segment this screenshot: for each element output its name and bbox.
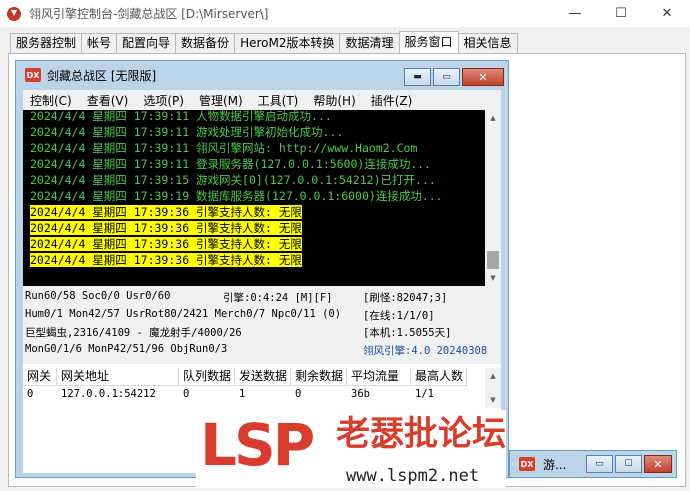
- menu-control[interactable]: 控制(C): [23, 92, 80, 109]
- scroll-thumb[interactable]: [487, 251, 499, 269]
- cell-remaining: 0: [295, 388, 302, 400]
- log-line: 2024/4/4 星期四 17:39:19 数据库服务器(127.0.0.1:6…: [30, 188, 485, 204]
- maximize-button[interactable]: ☐: [598, 0, 644, 27]
- watermark-overlay: LSP 老瑟批论坛 www.lspm2.net: [196, 410, 506, 488]
- main-tabs: 服务器控制 帐号 配置向导 数据备份 HeroM2版本转换 数据清理 服务窗口 …: [10, 31, 518, 53]
- tab-data-backup[interactable]: 数据备份: [175, 33, 236, 53]
- log-line-text: 2024/4/4 星期四 17:39:11 人物数据引擎启动成功...: [30, 110, 332, 123]
- child-title: 剑藏总战区 [无限版]: [47, 68, 157, 83]
- minimized-maximize-button[interactable]: ☐: [615, 455, 642, 473]
- status-panel: Run60/58 Soc0/0 Usr0/60 引擎:0:4:24 [M][F]…: [23, 286, 501, 364]
- app-logo-icon: [7, 6, 21, 21]
- table-row[interactable]: 0 127.0.0.1:54212 0 1 0 36b 1/1: [23, 386, 467, 403]
- log-line: 2024/4/4 星期四 17:39:36 引擎支持人数: 无限: [30, 252, 485, 268]
- tab-service-window[interactable]: 服务窗口: [398, 31, 459, 53]
- cell-address: 127.0.0.1:54212: [61, 388, 156, 400]
- log-line-text: 2024/4/4 星期四 17:39:11 游戏处理引擎初始化成功...: [30, 125, 344, 139]
- log-lines: 2024/4/4 星期四 17:39:11 人物数据引擎启动成功... 2024/…: [30, 110, 485, 268]
- minimized-child-window[interactable]: DX 游... ▭ ☐ ✕: [509, 450, 677, 478]
- log-line-text: 2024/4/4 星期四 17:39:36 引擎支持人数: 无限: [30, 221, 302, 235]
- tab-server-control[interactable]: 服务器控制: [10, 33, 83, 53]
- watermark-name: 老瑟批论坛: [336, 414, 506, 454]
- child-minimize-button[interactable]: ▬: [404, 68, 431, 86]
- menu-options[interactable]: 选项(P): [136, 92, 192, 109]
- close-button[interactable]: ✕: [644, 0, 690, 27]
- tab-herom2-convert[interactable]: HeroM2版本转换: [234, 33, 341, 53]
- log-line-text: 2024/4/4 星期四 17:39:36 引擎支持人数: 无限: [30, 237, 302, 251]
- log-line: 2024/4/4 星期四 17:39:11 游戏处理引擎初始化成功...: [30, 124, 485, 140]
- log-line: 2024/4/4 星期四 17:39:36 引擎支持人数: 无限: [30, 220, 485, 236]
- status-run: Run60/58 Soc0/0 Usr0/60: [25, 290, 171, 302]
- watermark-url: www.lspm2.net: [346, 466, 480, 486]
- cell-send: 1: [239, 388, 246, 400]
- col-gateway[interactable]: 网关: [23, 368, 57, 386]
- dx-logo-icon: DX: [25, 68, 41, 82]
- tab-config-wizard[interactable]: 配置向导: [116, 33, 177, 53]
- menu-help[interactable]: 帮助(H): [306, 92, 363, 109]
- window-title: 翎风引擎控制台-剑藏总战区 [D:\Mirserver\]: [29, 7, 269, 21]
- tab-account[interactable]: 帐号: [81, 33, 118, 53]
- minimized-title: 游...: [543, 457, 567, 472]
- minimized-close-button[interactable]: ✕: [644, 455, 672, 473]
- minimize-button[interactable]: —: [552, 0, 598, 27]
- grid-scroll-down-icon[interactable]: ▼: [485, 392, 501, 408]
- log-line-text: 2024/4/4 星期四 17:39:19 数据库服务器(127.0.0.1:6…: [30, 189, 443, 203]
- log-line: 2024/4/4 星期四 17:39:11 登录服务器(127.0.0.1:56…: [30, 156, 485, 172]
- grid-scroll-up-icon[interactable]: ▲: [485, 368, 501, 384]
- status-boss: 巨型蝎虫,2316/4109 - 魔龙射手/4000/26: [25, 327, 242, 339]
- status-monster: [刷怪:82047;3]: [363, 292, 448, 304]
- grid-scrollbar[interactable]: ▲ ▼: [485, 368, 501, 408]
- log-line-text: 2024/4/4 星期四 17:39:36 引擎支持人数: 无限: [30, 253, 302, 267]
- log-line: 2024/4/4 星期四 17:39:36 引擎支持人数: 无限: [30, 236, 485, 252]
- grid-header: 网关 网关地址 队列数据 发送数据 剩余数据 平均流量 最高人数: [23, 368, 467, 386]
- minimized-dx-icon: DX: [519, 457, 535, 471]
- col-queue-data[interactable]: 队列数据: [179, 368, 235, 386]
- status-hum: Hum0/1 Mon42/57 UsrRot80/2421 Merch0/7 N…: [25, 308, 342, 320]
- col-remaining-data[interactable]: 剩余数据: [291, 368, 347, 386]
- menu-manage[interactable]: 管理(M): [192, 92, 251, 109]
- col-avg-traffic[interactable]: 平均流量: [347, 368, 411, 386]
- cell-gateway: 0: [27, 388, 34, 400]
- col-max-users[interactable]: 最高人数: [411, 368, 467, 386]
- tab-related-info[interactable]: 相关信息: [457, 33, 518, 53]
- scroll-down-icon[interactable]: ▼: [485, 270, 501, 286]
- menu-tools[interactable]: 工具(T): [251, 92, 307, 109]
- child-menubar: 控制(C) 查看(V) 选项(P) 管理(M) 工具(T) 帮助(H) 插件(Z…: [23, 90, 501, 110]
- main-title-bar: 翎风引擎控制台-剑藏总战区 [D:\Mirserver\] — ☐ ✕: [0, 0, 690, 27]
- scroll-up-icon[interactable]: ▲: [485, 110, 501, 126]
- child-title-bar: DX 剑藏总战区 [无限版] ▬ ▭ ✕: [16, 61, 508, 89]
- status-mongo: MonG0/1/6 MonP42/51/96 ObjRun0/3: [25, 343, 228, 355]
- log-line-text: 2024/4/4 星期四 17:39:11 翎风引擎网站: http://www…: [30, 141, 418, 155]
- cell-max: 1/1: [415, 388, 434, 400]
- col-send-data[interactable]: 发送数据: [235, 368, 291, 386]
- status-version: 翎风引擎:4.0 20240308: [363, 345, 488, 357]
- tab-data-cleanup[interactable]: 数据清理: [339, 33, 400, 53]
- log-line-text: 2024/4/4 星期四 17:39:15 游戏网关[0](127.0.0.1:…: [30, 173, 436, 187]
- log-line: 2024/4/4 星期四 17:39:36 引擎支持人数: 无限: [30, 204, 485, 220]
- log-line-text: 2024/4/4 星期四 17:39:36 引擎支持人数: 无限: [30, 205, 302, 219]
- watermark-logo: LSP: [200, 411, 315, 479]
- log-line-text: 2024/4/4 星期四 17:39:11 登录服务器(127.0.0.1:56…: [30, 157, 432, 171]
- log-console[interactable]: 2024/4/4 星期四 17:39:11 人物数据引擎启动成功... 2024/…: [23, 110, 501, 286]
- minimized-restore-button[interactable]: ▭: [586, 455, 613, 473]
- cell-avg: 36b: [351, 388, 370, 400]
- status-local: [本机:1.5055天]: [363, 327, 452, 339]
- menu-view[interactable]: 查看(V): [80, 92, 137, 109]
- log-line: 2024/4/4 星期四 17:39:15 游戏网关[0](127.0.0.1:…: [30, 172, 485, 188]
- log-line: 2024/4/4 星期四 17:39:11 翎风引擎网站: http://www…: [30, 140, 485, 156]
- status-engine: 引擎:0:4:24 [M][F]: [223, 292, 333, 304]
- log-scrollbar[interactable]: ▲ ▼: [485, 110, 501, 286]
- menu-plugins[interactable]: 插件(Z): [364, 92, 421, 109]
- child-maximize-button[interactable]: ▭: [433, 68, 460, 86]
- cell-queue: 0: [183, 388, 190, 400]
- log-line: 2024/4/4 星期四 17:39:11 人物数据引擎启动成功...: [30, 110, 485, 124]
- child-close-button[interactable]: ✕: [462, 68, 504, 86]
- status-online: [在线:1/1/0]: [363, 310, 435, 322]
- col-gateway-address[interactable]: 网关地址: [57, 368, 179, 386]
